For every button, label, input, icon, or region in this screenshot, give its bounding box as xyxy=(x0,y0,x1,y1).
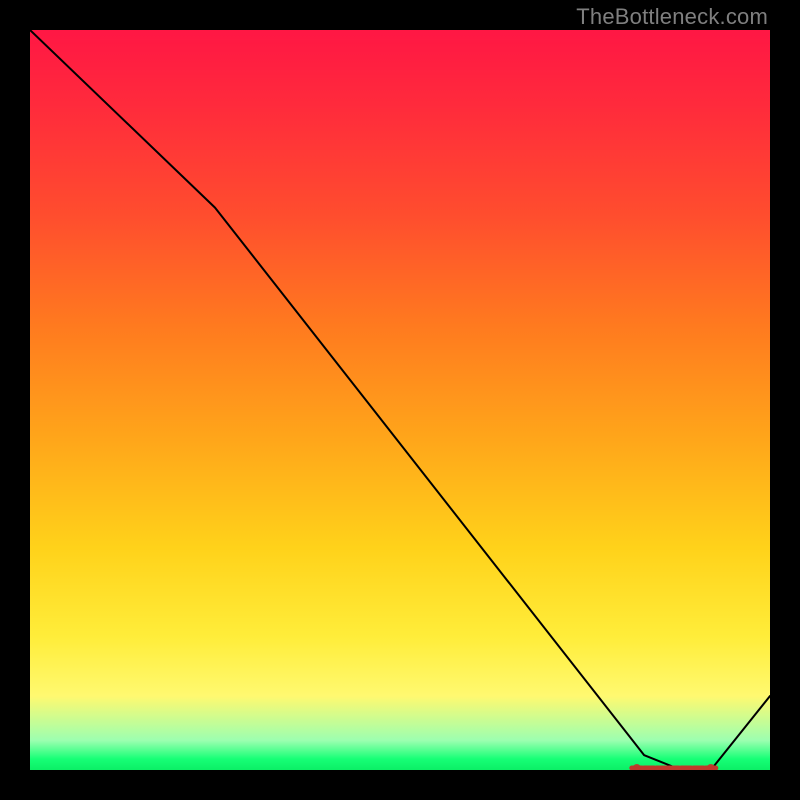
optimal-zone-endpoint xyxy=(633,764,641,770)
bottleneck-curve xyxy=(30,30,770,770)
optimal-zone-markers xyxy=(632,764,716,770)
watermark-text: TheBottleneck.com xyxy=(576,4,768,30)
plot-area xyxy=(30,30,770,770)
line-layer xyxy=(30,30,770,770)
chart-frame: TheBottleneck.com xyxy=(0,0,800,800)
